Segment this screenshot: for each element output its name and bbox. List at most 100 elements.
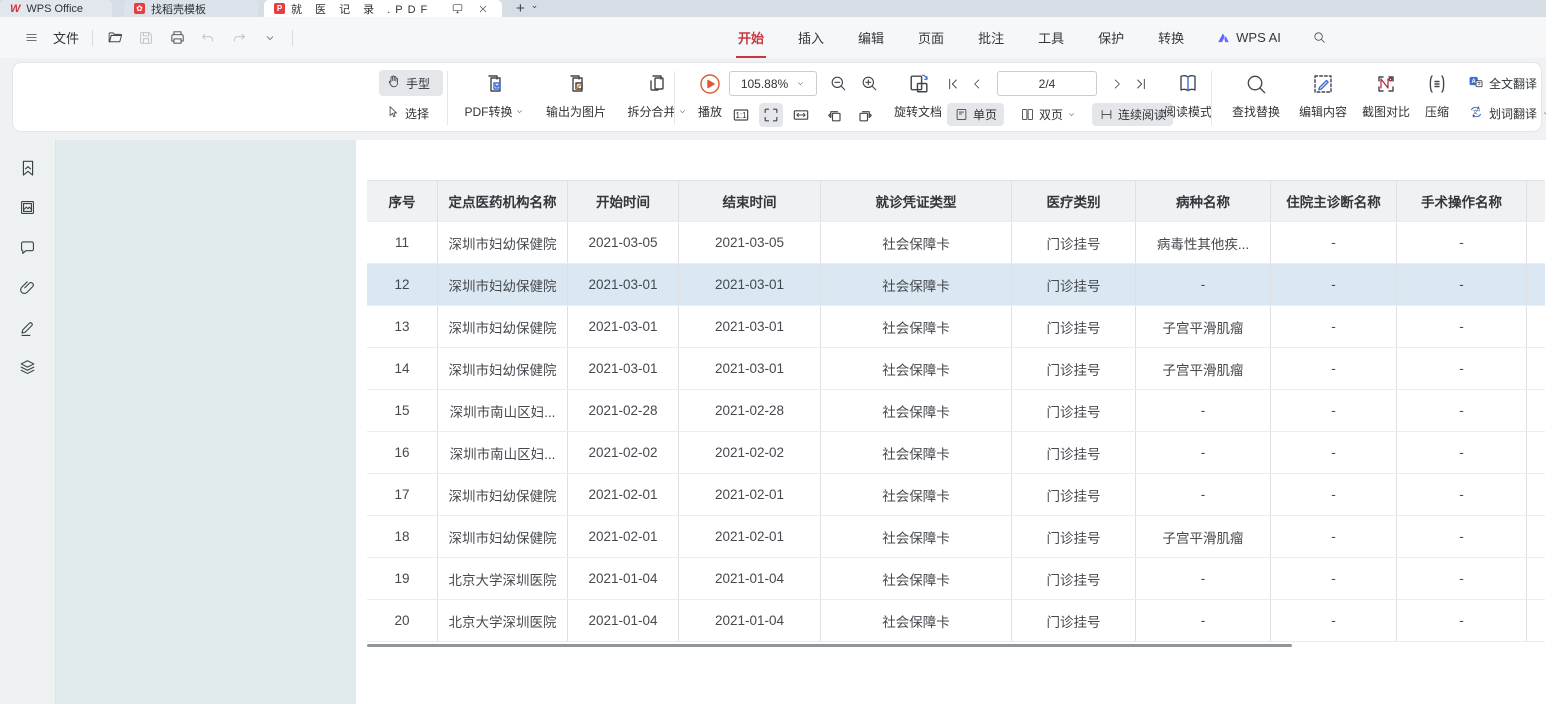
- pdf-page[interactable]: 序号定点医药机构名称开始时间结束时间就诊凭证类型医疗类别病种名称住院主诊断名称手…: [356, 140, 1546, 704]
- open-file-icon[interactable]: [106, 29, 124, 47]
- ribbon-tab-home[interactable]: 开始: [736, 25, 766, 50]
- table-cell: -: [1397, 600, 1527, 641]
- save-icon[interactable]: [137, 29, 155, 47]
- previous-page-icon[interactable]: [965, 72, 989, 96]
- book-icon: [1175, 68, 1201, 100]
- word-translation-icon: 文A: [1468, 104, 1484, 123]
- ribbon-search-icon[interactable]: [1311, 29, 1329, 47]
- table-cell: 19: [367, 558, 438, 599]
- compress-button[interactable]: 压缩: [1415, 68, 1459, 128]
- tab-list-chevron-icon[interactable]: ⌄: [531, 0, 539, 17]
- reading-mode-button[interactable]: 阅读模式: [1157, 68, 1219, 128]
- table-cell: 2021-03-01: [568, 306, 679, 347]
- tab-close-icon[interactable]: [474, 0, 492, 18]
- select-tool-button[interactable]: 选择: [379, 100, 443, 126]
- first-page-icon[interactable]: [941, 72, 965, 96]
- layers-icon[interactable]: [18, 358, 38, 378]
- redo-icon[interactable]: [230, 29, 248, 47]
- ribbon-tab-insert[interactable]: 插入: [796, 25, 826, 50]
- file-menu[interactable]: 文件: [53, 28, 79, 47]
- table-cell: 17: [367, 474, 438, 515]
- table-cell: 门诊挂号: [1012, 600, 1136, 641]
- table-cell: 深圳市南山区妇...: [438, 390, 568, 431]
- comment-icon[interactable]: [18, 238, 38, 258]
- undo-icon[interactable]: [199, 29, 217, 47]
- ribbon-tab-comment[interactable]: 批注: [976, 25, 1006, 50]
- table-cell: 社会保障卡: [821, 264, 1012, 305]
- page-indicator-input[interactable]: 2/4: [997, 71, 1097, 96]
- signature-pen-icon[interactable]: [18, 318, 38, 338]
- fit-page-button[interactable]: [759, 103, 783, 127]
- table-cell: 2021-02-02: [568, 432, 679, 473]
- navigation-panel[interactable]: [56, 140, 356, 704]
- table-header-cell: 序号: [367, 181, 438, 221]
- hand-tool-button[interactable]: 手型: [379, 70, 443, 96]
- next-page-icon[interactable]: [1105, 72, 1129, 96]
- last-page-icon[interactable]: [1129, 72, 1153, 96]
- actual-size-button[interactable]: 1:1: [729, 103, 753, 127]
- more-actions-chevron-icon[interactable]: [261, 29, 279, 47]
- double-page-button[interactable]: 双页: [1013, 103, 1083, 126]
- single-page-button[interactable]: 单页: [947, 103, 1004, 126]
- thumbnail-icon[interactable]: [18, 198, 38, 218]
- table-row: 12深圳市妇幼保健院2021-03-012021-03-01社会保障卡门诊挂号-…: [367, 264, 1545, 306]
- word-translation-button[interactable]: 文A 划词翻译: [1461, 100, 1546, 126]
- rotate-left-icon[interactable]: [823, 103, 847, 127]
- print-icon[interactable]: [168, 29, 186, 47]
- new-tab-button[interactable]: +: [516, 0, 525, 17]
- chevron-down-icon: [1542, 109, 1546, 118]
- pdf-file-icon: P: [274, 3, 285, 14]
- wps-ai-button[interactable]: WPS AI: [1216, 30, 1281, 45]
- table-cell: 深圳市妇幼保健院: [438, 264, 568, 305]
- hamburger-menu-icon[interactable]: [22, 29, 40, 47]
- rotate-right-icon[interactable]: [853, 103, 877, 127]
- zoom-in-icon[interactable]: [857, 72, 881, 96]
- export-image-button[interactable]: 输出为图片: [534, 68, 618, 128]
- find-replace-button[interactable]: 查找替换: [1223, 68, 1289, 128]
- table-cell: 深圳市妇幼保健院: [438, 474, 568, 515]
- tab-docer-templates[interactable]: ✿ 找稻壳模板: [124, 0, 258, 17]
- bookmark-icon[interactable]: [18, 158, 38, 178]
- table-cell: -: [1271, 348, 1397, 389]
- tab-pdf-document[interactable]: P 就 医 记 录 .PDF: [264, 0, 502, 17]
- svg-text:A: A: [1477, 107, 1481, 113]
- zoom-level-select[interactable]: 105.88%: [729, 71, 817, 96]
- tab-wps-office[interactable]: W WPS Office: [0, 0, 112, 17]
- zoom-out-icon[interactable]: [826, 72, 850, 96]
- table-cell: 2021-01-04: [568, 600, 679, 641]
- full-translation-button[interactable]: A 全文翻译: [1461, 70, 1546, 96]
- table-cell: 11: [367, 222, 438, 263]
- table-cell: 社会保障卡: [821, 600, 1012, 641]
- table-cell: 社会保障卡: [821, 348, 1012, 389]
- ribbon-tab-page[interactable]: 页面: [916, 25, 946, 50]
- rotate-document-icon: [905, 68, 932, 100]
- pdf-convert-button[interactable]: PDF转换: [454, 68, 534, 128]
- edit-content-button[interactable]: 编辑内容: [1291, 68, 1355, 128]
- ribbon-tab-edit[interactable]: 编辑: [856, 25, 886, 50]
- table-cell: 门诊挂号: [1012, 474, 1136, 515]
- toolbar-separator: [674, 71, 675, 125]
- attachment-icon[interactable]: [18, 278, 38, 298]
- ribbon-tab-tools[interactable]: 工具: [1036, 25, 1066, 50]
- table-cell: 北京大学深圳医院: [438, 600, 568, 641]
- table-header-cell: 住院主诊断名称: [1271, 181, 1397, 221]
- table-cell: 门诊挂号: [1012, 348, 1136, 389]
- table-cell: 门诊挂号: [1012, 432, 1136, 473]
- ribbon-tab-protect[interactable]: 保护: [1096, 25, 1126, 50]
- table-row: 20北京大学深圳医院2021-01-042021-01-04社会保障卡门诊挂号-…: [367, 600, 1545, 642]
- table-row: 18深圳市妇幼保健院2021-02-012021-02-01社会保障卡门诊挂号子…: [367, 516, 1545, 558]
- wps-pdf-window: W WPS Office ✿ 找稻壳模板 P 就 医 记 录 .PDF + ⌄ …: [0, 0, 1546, 704]
- table-cell: 社会保障卡: [821, 432, 1012, 473]
- table-cell: 深圳市妇幼保健院: [438, 516, 568, 557]
- toolbar: 手型 选择 PDF转换 输出为图片 拆分合并: [12, 62, 1542, 132]
- tab-monitor-icon[interactable]: [448, 0, 466, 18]
- table-cell: 2021-03-01: [568, 348, 679, 389]
- ribbon-tab-convert[interactable]: 转换: [1156, 25, 1186, 50]
- split-merge-icon: [644, 68, 670, 100]
- screenshot-compare-button[interactable]: 截图对比: [1355, 68, 1417, 128]
- table-cell: -: [1136, 432, 1271, 473]
- fit-width-button[interactable]: [789, 103, 813, 127]
- menu-bar: 文件 开始 插入 编辑 页面 批注 工具 保护 转换 WPS AI: [0, 17, 1546, 58]
- wps-logo-icon: W: [10, 3, 20, 15]
- table-cell: 社会保障卡: [821, 390, 1012, 431]
